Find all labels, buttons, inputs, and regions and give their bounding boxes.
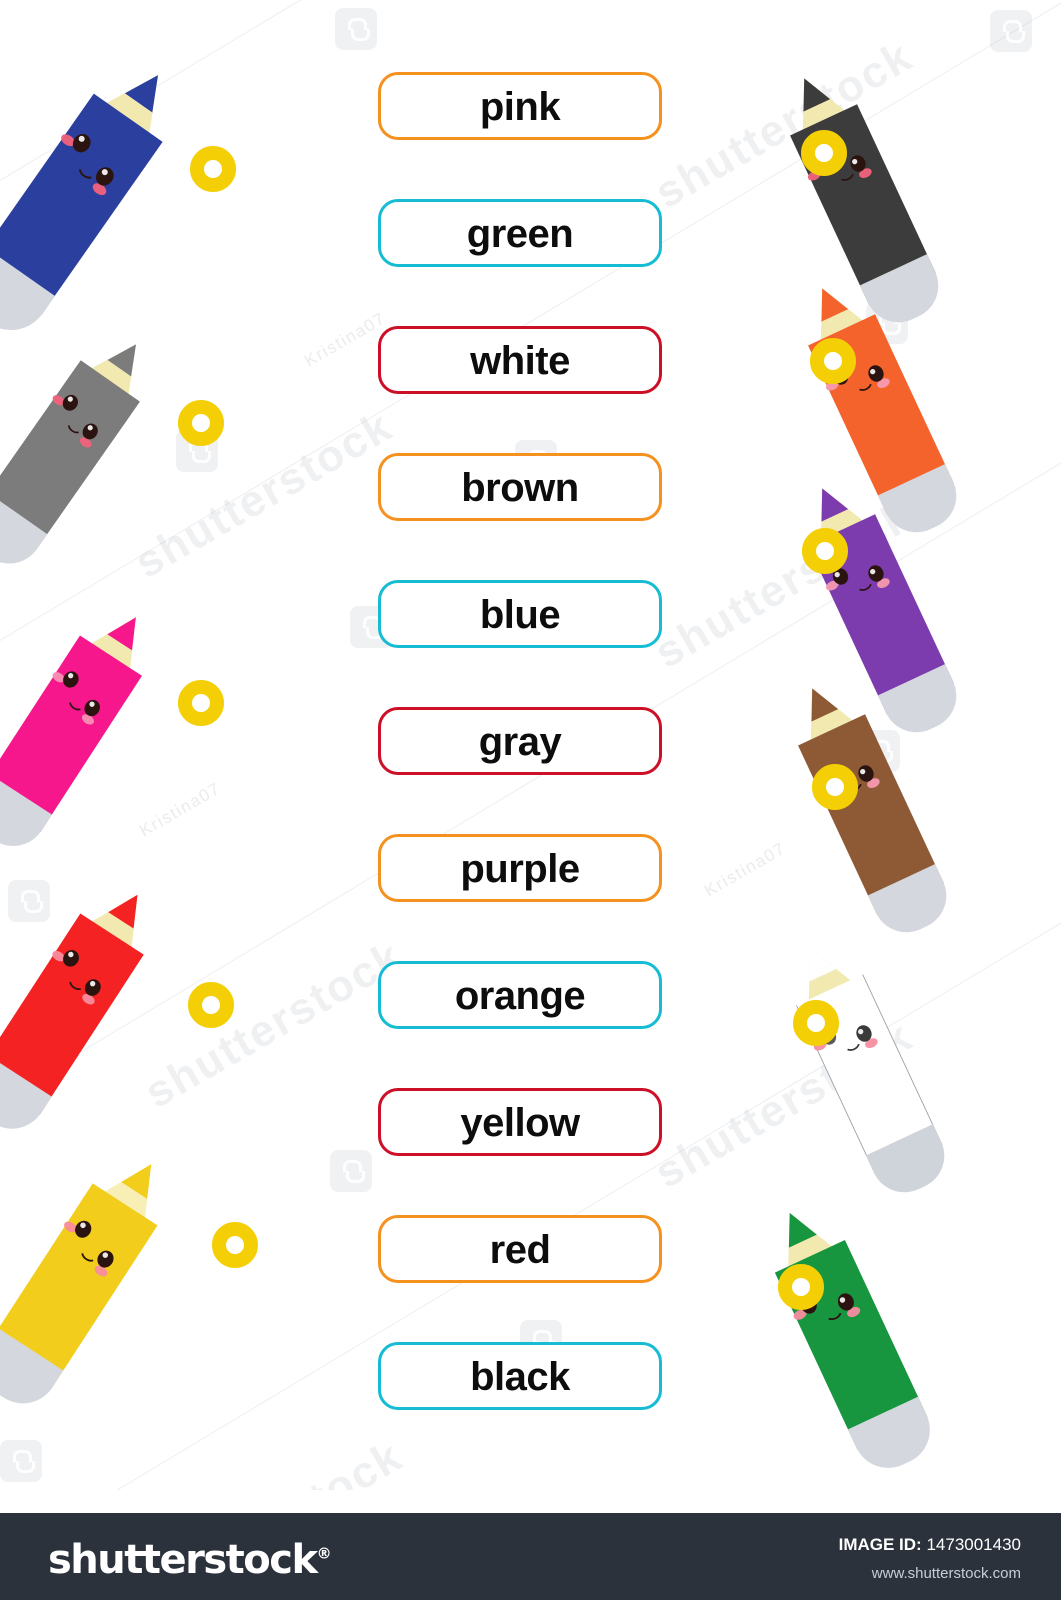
word-label: purple — [460, 847, 580, 891]
eye-left-icon — [59, 947, 83, 970]
image-id: IMAGE ID: 1473001430 — [839, 1535, 1021, 1555]
worksheet-canvas: shutterstock shutterstock shutterstock s… — [0, 0, 1061, 1490]
pencil-red[interactable] — [0, 858, 106, 1158]
match-ring-left-5[interactable] — [212, 1222, 258, 1268]
word-label: gray — [478, 720, 562, 764]
shutterstock-logo-text: shutterstock — [48, 1537, 318, 1583]
word-box-red[interactable]: red — [378, 1215, 662, 1283]
match-ring-left-1[interactable] — [190, 146, 236, 192]
watermark-author: Kristina07 — [701, 838, 790, 901]
match-ring-left-2[interactable] — [178, 400, 224, 446]
match-ring-left-4[interactable] — [188, 982, 234, 1028]
watermark-author: Kristina07 — [301, 308, 390, 371]
match-ring-right-2[interactable] — [810, 338, 856, 384]
word-label: red — [489, 1228, 551, 1272]
pencil-graphic — [0, 1143, 184, 1417]
word-box-white[interactable]: white — [378, 326, 662, 394]
footer-bar: shutterstock® IMAGE ID: 1473001430 www.s… — [0, 1513, 1061, 1600]
word-label: brown — [461, 466, 579, 510]
pencil-graphic — [0, 324, 166, 577]
word-box-brown[interactable]: brown — [378, 453, 662, 521]
word-box-purple[interactable]: purple — [378, 834, 662, 902]
image-id-label: IMAGE ID: — [838, 1535, 922, 1554]
match-ring-right-1[interactable] — [801, 130, 847, 176]
watermark-logo-icon — [330, 1150, 372, 1192]
pencil-yellow[interactable] — [0, 1130, 118, 1430]
eye-left-icon — [71, 1217, 95, 1241]
pencil-gray[interactable] — [0, 300, 104, 600]
word-box-green[interactable]: green — [378, 199, 662, 267]
pencil-graphic — [0, 597, 167, 859]
word-box-gray[interactable]: gray — [378, 707, 662, 775]
watermark-logo-icon — [0, 1440, 42, 1482]
eye-left-icon — [59, 391, 82, 414]
word-list: pink green white brown blue gray purple orange y… — [378, 72, 662, 1410]
shutterstock-url: www.shutterstock.com — [871, 1565, 1021, 1582]
pencil-graphic — [0, 874, 169, 1142]
watermark-brand: shutterstock — [126, 401, 401, 588]
match-ring-right-6[interactable] — [778, 1264, 824, 1310]
word-label: green — [466, 212, 574, 256]
pencil-graphic — [755, 1197, 942, 1480]
word-label: black — [470, 1355, 570, 1399]
watermark-brand: shutterstock — [136, 931, 411, 1118]
registered-mark-icon: ® — [316, 1544, 332, 1563]
match-ring-right-3[interactable] — [802, 528, 848, 574]
word-box-yellow[interactable]: yellow — [378, 1088, 662, 1156]
eye-left-icon — [69, 130, 95, 156]
word-box-orange[interactable]: orange — [378, 961, 662, 1029]
pencil-green[interactable] — [806, 1188, 942, 1488]
word-label: blue — [479, 593, 561, 637]
word-label: orange — [454, 974, 586, 1018]
shutterstock-logo: shutterstock® — [48, 1537, 332, 1583]
word-box-pink[interactable]: pink — [378, 72, 662, 140]
match-ring-right-4[interactable] — [812, 764, 858, 810]
word-label: pink — [479, 85, 561, 129]
watermark-logo-icon — [335, 8, 377, 50]
eye-left-icon — [60, 668, 82, 691]
match-ring-left-3[interactable] — [178, 680, 224, 726]
watermark-logo-icon — [990, 10, 1032, 52]
image-id-value: 1473001430 — [926, 1535, 1021, 1554]
word-label: white — [470, 339, 570, 383]
pencil-white[interactable] — [824, 918, 956, 1218]
pencil-pink[interactable] — [0, 578, 106, 878]
word-label: yellow — [460, 1101, 580, 1145]
match-ring-right-5[interactable] — [793, 1000, 839, 1046]
watermark-author: Kristina07 — [136, 778, 225, 841]
word-box-blue[interactable]: blue — [378, 580, 662, 648]
watermark-brand: shutterstock — [137, 1431, 411, 1490]
pencil-graphic — [777, 933, 956, 1204]
word-box-black[interactable]: black — [378, 1342, 662, 1410]
